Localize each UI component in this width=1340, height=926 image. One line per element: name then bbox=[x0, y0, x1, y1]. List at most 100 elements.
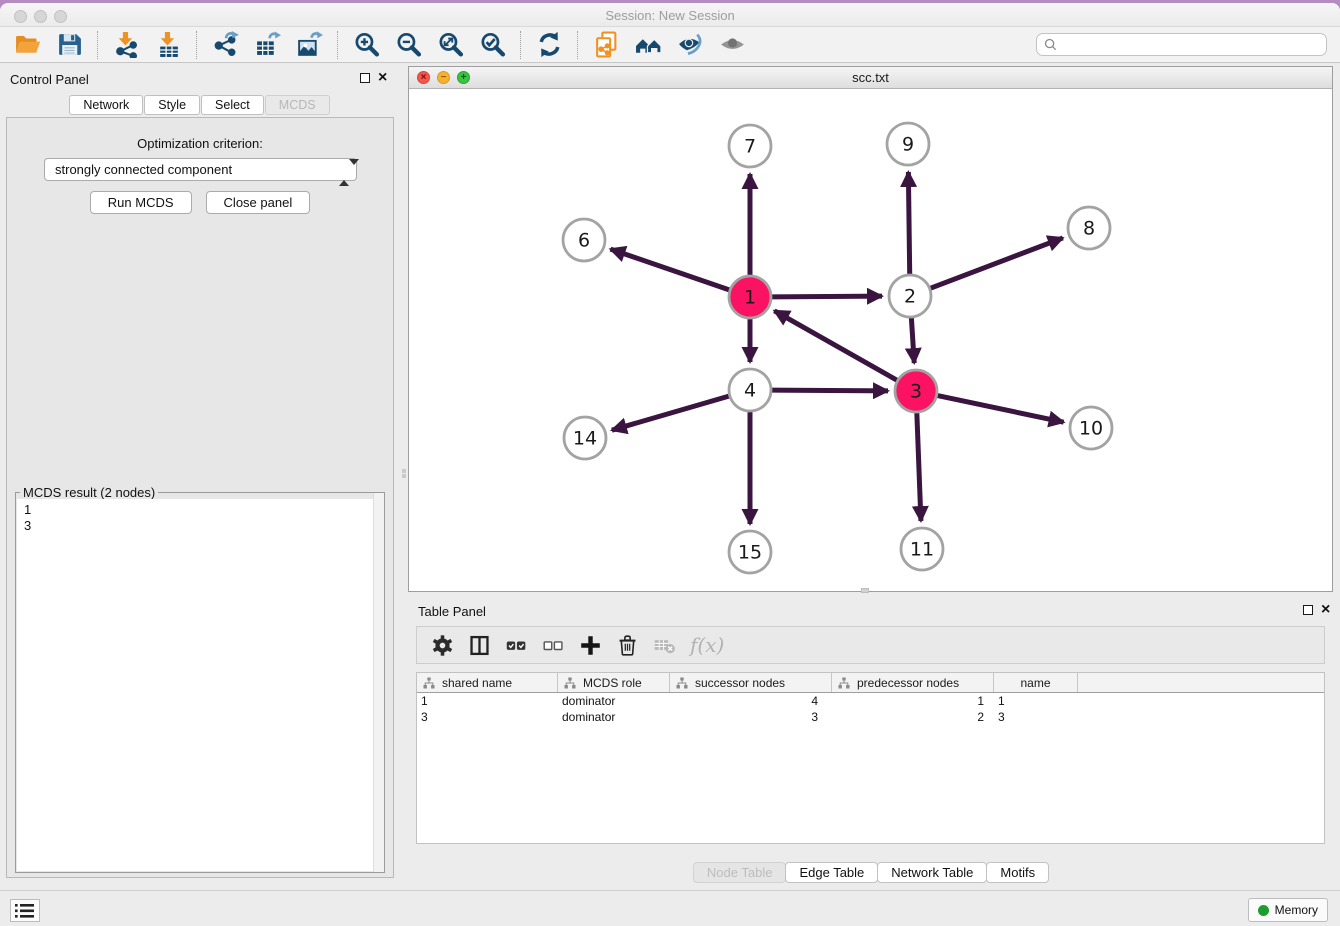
column-header-predecessor-nodes[interactable]: predecessor nodes bbox=[832, 673, 994, 692]
edge-2-9[interactable] bbox=[908, 172, 909, 274]
memory-button[interactable]: Memory bbox=[1248, 898, 1328, 922]
table-header-row: shared nameMCDS rolesuccessor nodes prede… bbox=[417, 673, 1324, 693]
close-panel-button[interactable]: Close panel bbox=[206, 191, 311, 214]
result-scrollbar[interactable] bbox=[373, 493, 384, 872]
export-network-button[interactable] bbox=[208, 29, 242, 61]
run-mcds-button[interactable]: Run MCDS bbox=[90, 191, 192, 214]
table-float-icon[interactable] bbox=[1303, 605, 1313, 615]
export-table-button[interactable] bbox=[250, 29, 284, 61]
edge-2-8[interactable] bbox=[931, 238, 1063, 288]
node-label-15: 15 bbox=[738, 542, 762, 564]
cell-shared-name[interactable]: 1 bbox=[417, 693, 558, 709]
application-window: Session: New Session Control Panel × Net… bbox=[0, 0, 1340, 926]
import-table-icon bbox=[155, 31, 182, 58]
zoom-fit-button[interactable] bbox=[433, 29, 467, 61]
edge-1-2[interactable] bbox=[772, 296, 882, 297]
criterion-value: strongly connected component bbox=[55, 162, 232, 177]
header-filler bbox=[1078, 673, 1324, 692]
tab-node-table[interactable]: Node Table bbox=[693, 862, 787, 883]
column-header-name[interactable]: name bbox=[994, 673, 1078, 692]
horizontal-splitter[interactable] bbox=[861, 588, 869, 593]
column-label: predecessor nodes bbox=[857, 676, 959, 690]
save-session-button[interactable] bbox=[52, 29, 86, 61]
cell-MCDS-role[interactable]: dominator bbox=[558, 693, 670, 709]
edge-4-14[interactable] bbox=[612, 396, 729, 430]
search-field[interactable] bbox=[1036, 33, 1327, 56]
column-header-successor-nodes[interactable]: successor nodes bbox=[670, 673, 832, 692]
delete-columns-button[interactable] bbox=[612, 630, 643, 661]
cell-shared-name[interactable]: 3 bbox=[417, 709, 558, 725]
control-panel: Control Panel × NetworkStyleSelectMCDS O… bbox=[0, 63, 400, 886]
toolbar-separator bbox=[337, 31, 338, 59]
node-label-10: 10 bbox=[1079, 418, 1103, 440]
node-label-14: 14 bbox=[573, 428, 597, 450]
task-history-button[interactable] bbox=[10, 899, 40, 922]
import-network-button[interactable] bbox=[109, 29, 143, 61]
optimization-criterion-label: Optimization criterion: bbox=[7, 136, 393, 151]
cell-name[interactable]: 1 bbox=[994, 693, 1078, 709]
cell-successor-nodes[interactable]: 3 bbox=[670, 709, 832, 725]
export-image-icon bbox=[296, 31, 323, 58]
cell-MCDS-role[interactable]: dominator bbox=[558, 709, 670, 725]
function-builder-button: f(x) bbox=[686, 630, 728, 661]
export-table-icon bbox=[254, 31, 281, 58]
cell-predecessor-nodes[interactable]: 2 bbox=[832, 709, 994, 725]
tab-edge-table[interactable]: Edge Table bbox=[785, 862, 878, 883]
table-row[interactable]: 1dominator411 bbox=[417, 693, 1324, 709]
network-canvas[interactable]: 7968124314101511 bbox=[409, 89, 1332, 591]
status-bar: Memory bbox=[0, 890, 1340, 926]
column-header-shared-name[interactable]: shared name bbox=[417, 673, 558, 692]
zoom-in-button[interactable] bbox=[349, 29, 383, 61]
show-columns-button[interactable] bbox=[464, 630, 495, 661]
table-toolbar: f(x) bbox=[416, 626, 1325, 664]
column-header-MCDS-role[interactable]: MCDS role bbox=[558, 673, 670, 692]
table-mode-button[interactable] bbox=[427, 630, 458, 661]
deselect-all-button[interactable] bbox=[538, 630, 569, 661]
network-graph[interactable]: 7968124314101511 bbox=[409, 89, 1332, 591]
select-all-button[interactable] bbox=[501, 630, 532, 661]
tab-select[interactable]: Select bbox=[201, 95, 264, 115]
close-panel-icon[interactable]: × bbox=[378, 72, 387, 84]
tab-motifs[interactable]: Motifs bbox=[986, 862, 1049, 883]
trash-icon bbox=[616, 634, 639, 657]
first-neighbors-button[interactable] bbox=[631, 29, 665, 61]
hide-selected-button[interactable] bbox=[673, 29, 707, 61]
edge-3-10[interactable] bbox=[938, 396, 1064, 423]
tab-style[interactable]: Style bbox=[144, 95, 200, 115]
zoom-out-button[interactable] bbox=[391, 29, 425, 61]
float-panel-icon[interactable] bbox=[360, 73, 370, 83]
edge-3-11[interactable] bbox=[917, 413, 921, 521]
result-line: 3 bbox=[24, 518, 383, 534]
tab-network[interactable]: Network bbox=[69, 95, 143, 115]
new-network-from-selection-button[interactable] bbox=[589, 29, 623, 61]
table-close-icon[interactable]: × bbox=[1321, 604, 1330, 616]
result-line: 1 bbox=[24, 502, 383, 518]
export-image-button[interactable] bbox=[292, 29, 326, 61]
vertical-splitter[interactable] bbox=[401, 468, 407, 478]
edge-3-1[interactable] bbox=[774, 311, 896, 380]
cell-name[interactable]: 3 bbox=[994, 709, 1078, 725]
import-table-button[interactable] bbox=[151, 29, 185, 61]
zoom-selected-button[interactable] bbox=[475, 29, 509, 61]
open-session-button[interactable] bbox=[10, 29, 44, 61]
control-panel-title: Control Panel bbox=[10, 72, 89, 87]
table-row[interactable]: 3dominator323 bbox=[417, 709, 1324, 725]
mcds-result-text: 13 bbox=[17, 499, 383, 871]
toolbar-separator bbox=[196, 31, 197, 59]
zoom-out-icon bbox=[395, 31, 422, 58]
tab-network-table[interactable]: Network Table bbox=[877, 862, 987, 883]
cell-predecessor-nodes[interactable]: 1 bbox=[832, 693, 994, 709]
tab-mcds[interactable]: MCDS bbox=[265, 95, 330, 115]
node-label-4: 4 bbox=[744, 380, 756, 402]
criterion-dropdown[interactable]: strongly connected component bbox=[44, 158, 357, 181]
edge-4-3[interactable] bbox=[772, 390, 888, 391]
node-label-9: 9 bbox=[902, 134, 914, 156]
search-input[interactable] bbox=[1057, 35, 1326, 54]
apply-layout-button[interactable] bbox=[532, 29, 566, 61]
edge-1-6[interactable] bbox=[610, 249, 729, 290]
save-icon bbox=[56, 31, 83, 58]
window-title: Session: New Session bbox=[0, 8, 1340, 23]
edge-2-3[interactable] bbox=[911, 318, 914, 363]
create-column-button[interactable] bbox=[575, 630, 606, 661]
cell-successor-nodes[interactable]: 4 bbox=[670, 693, 832, 709]
